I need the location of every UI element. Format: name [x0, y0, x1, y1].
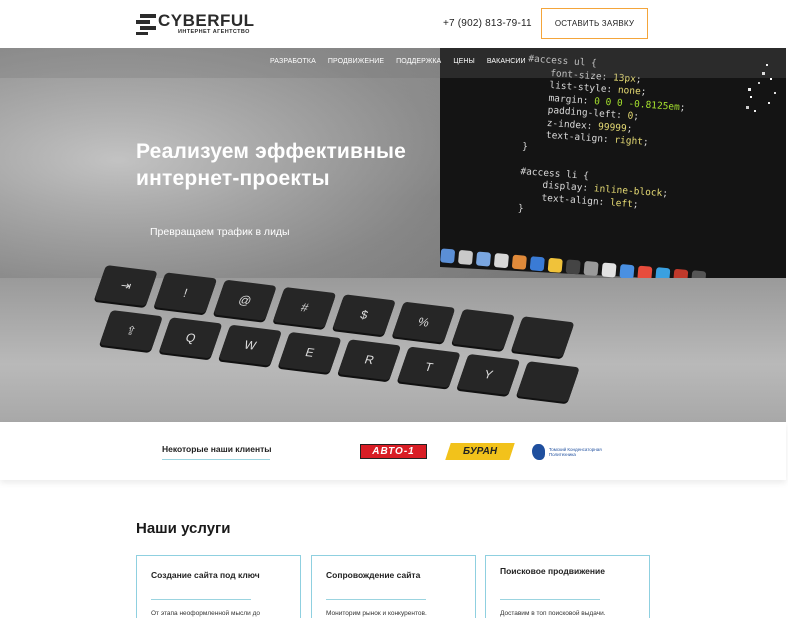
pixel-decoration-icon — [746, 64, 776, 112]
code-image: #access ul { font-size: 13px; list-style… — [494, 51, 686, 215]
nav-item-support[interactable]: ПОДДЕРЖКА — [396, 58, 441, 65]
nav-item-vacancies[interactable]: ВАКАНСИИ — [487, 58, 526, 65]
services-title: Наши услуги — [136, 520, 231, 537]
logo[interactable]: CYBERFUL ИНТЕРНЕТ АГЕНТСТВО — [136, 12, 255, 36]
service-card-seo[interactable]: Поисковое продвижение Доставим в топ пои… — [485, 555, 650, 618]
hero-title: Реализуем эффективные интернет-проекты — [136, 140, 407, 190]
service-card-support[interactable]: Сопровождение сайта Мониторим рынок и ко… — [311, 555, 476, 618]
service-card-title: Сопровождение сайта — [326, 570, 421, 580]
service-card-text: Доставим в топ поисковой выдачи. — [500, 610, 606, 617]
service-card-title: Создание сайта под ключ — [151, 570, 260, 580]
service-card-underline — [500, 599, 600, 600]
logo-subtitle: ИНТЕРНЕТ АГЕНТСТВО — [178, 29, 250, 35]
service-card-website[interactable]: Создание сайта под ключ От этапа неоформ… — [136, 555, 301, 618]
nav-item-prices[interactable]: ЦЕНЫ — [453, 58, 475, 65]
logo-icon — [136, 13, 156, 35]
clients-underline — [162, 459, 270, 460]
service-card-underline — [326, 599, 426, 600]
service-card-underline — [151, 599, 251, 600]
nav-item-development[interactable]: РАЗРАБОТКА — [270, 58, 316, 65]
site-header: CYBERFUL ИНТЕРНЕТ АГЕНТСТВО +7 (902) 813… — [0, 0, 788, 48]
nav-item-promotion[interactable]: ПРОДВИЖЕНИЕ — [328, 58, 384, 65]
university-emblem-icon — [532, 444, 545, 460]
client-logo-buran: БУРАН — [445, 443, 515, 460]
request-button[interactable]: ОСТАВИТЬ ЗАЯВКУ — [541, 8, 648, 39]
hero-subtitle: Превращаем трафик в лиды — [150, 226, 290, 238]
service-card-text: От этапа неоформленной мысли до — [151, 610, 261, 617]
client-logo-buran-text: БУРАН — [462, 446, 498, 457]
university-logo-text: Томский Конденсаторная Политехника — [548, 447, 602, 457]
logo-name: CYBERFUL — [158, 11, 255, 30]
main-nav: РАЗРАБОТКА ПРОДВИЖЕНИЕ ПОДДЕРЖКА ЦЕНЫ ВА… — [0, 48, 786, 78]
service-card-text: Мониторим рынок и конкурентов. — [326, 610, 427, 617]
clients-title: Некоторые наши клиенты — [162, 444, 272, 454]
service-card-title: Поисковое продвижение — [500, 566, 605, 576]
client-logo-university: Томский Конденсаторная Политехника — [532, 442, 607, 462]
client-logo-avto1: АВТО-1 — [360, 444, 427, 459]
hero-section: #access ul { font-size: 13px; list-style… — [0, 48, 786, 422]
phone-number[interactable]: +7 (902) 813-79-11 — [443, 18, 532, 29]
clients-section: Некоторые наши клиенты АВТО-1 БУРАН Томс… — [0, 422, 786, 480]
